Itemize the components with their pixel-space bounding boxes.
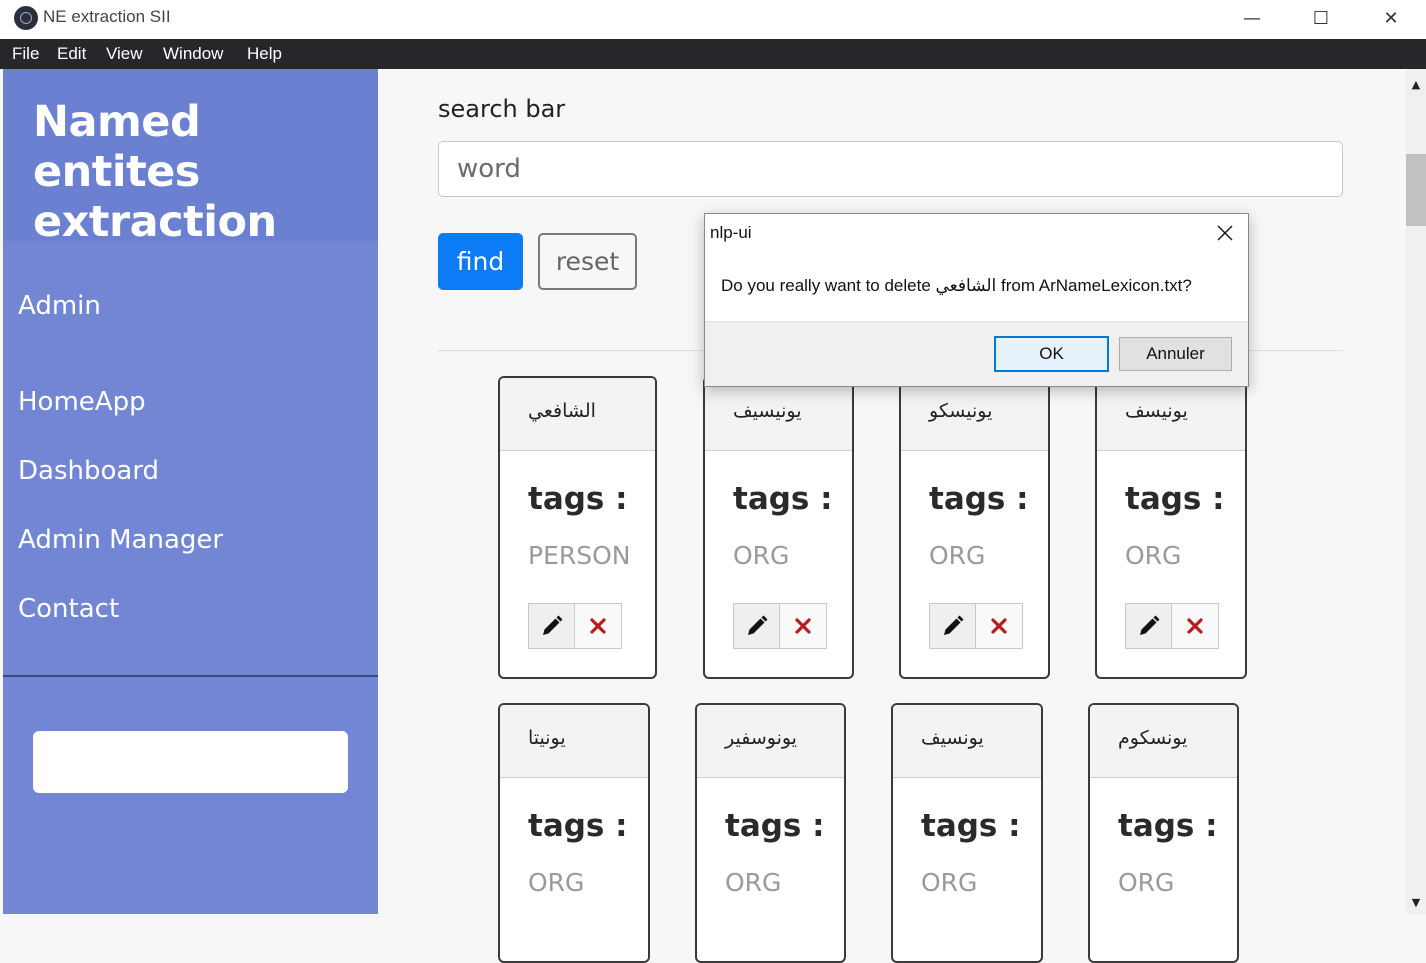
card-tags-label: tags : <box>528 481 628 517</box>
entity-card: يونيسف tags : ORG <box>1095 376 1247 679</box>
sidebar-item-admin-manager[interactable]: Admin Manager <box>18 525 223 555</box>
card-tag: ORG <box>733 541 790 570</box>
entity-card: يونيتا tags : ORG <box>498 703 650 963</box>
dialog-message: Do you really want to delete الشافعي fro… <box>721 276 1192 295</box>
card-header: يونيسيف <box>705 378 852 451</box>
pencil-icon <box>944 615 964 635</box>
window-title: NE extraction SII <box>43 7 171 26</box>
card-header: يونيسف <box>1097 378 1245 451</box>
delete-x-icon <box>991 618 1007 634</box>
sidebar-item-homeapp[interactable]: HomeApp <box>18 387 146 417</box>
card-header: يونيتا <box>500 705 648 778</box>
card-tag: ORG <box>528 868 585 897</box>
entity-card: يونيسكو tags : ORG <box>899 376 1050 679</box>
card-header: يونوسفير <box>697 705 844 778</box>
minimize-button[interactable]: — <box>1217 0 1287 36</box>
entity-card: يونوسفير tags : ORG <box>695 703 846 963</box>
card-tags-label: tags : <box>1125 481 1225 517</box>
sidebar-input-box[interactable] <box>33 731 348 793</box>
edit-button[interactable] <box>929 603 977 649</box>
card-tags-label: tags : <box>528 808 628 844</box>
card-header: يونسيف <box>893 705 1041 778</box>
dialog-cancel-button[interactable]: Annuler <box>1119 337 1232 371</box>
search-label: search bar <box>438 95 566 123</box>
menu-help[interactable]: Help <box>247 39 282 69</box>
dialog-title: nlp-ui <box>710 223 752 242</box>
edit-button[interactable] <box>733 603 781 649</box>
card-tag: ORG <box>921 868 978 897</box>
search-input[interactable] <box>438 141 1343 197</box>
scroll-up-arrow-icon[interactable]: ▲ <box>1406 77 1426 91</box>
menu-window[interactable]: Window <box>163 39 223 69</box>
pencil-icon <box>543 615 563 635</box>
card-header: الشافعي <box>500 378 655 451</box>
dialog-ok-button[interactable]: OK <box>994 336 1109 372</box>
delete-x-icon <box>590 618 606 634</box>
find-button[interactable]: find <box>438 233 523 290</box>
edit-button[interactable] <box>528 603 576 649</box>
card-tag: PERSON <box>528 541 631 570</box>
sidebar-header: Named entites extraction <box>3 69 378 247</box>
window-titlebar: NE extraction SII — ☐ ✕ <box>0 0 1426 39</box>
close-window-button[interactable]: ✕ <box>1356 0 1426 36</box>
card-tag: ORG <box>1118 868 1175 897</box>
app-logo-icon <box>14 6 38 30</box>
card-tags-label: tags : <box>921 808 1021 844</box>
card-tags-label: tags : <box>725 808 825 844</box>
card-word: يونسيف <box>921 727 984 749</box>
reset-button[interactable]: reset <box>538 233 637 290</box>
card-tag: ORG <box>929 541 986 570</box>
card-word: يونيسكو <box>929 400 993 422</box>
menu-view[interactable]: View <box>106 39 143 69</box>
menu-edit[interactable]: Edit <box>57 39 86 69</box>
card-word: يونيسف <box>1125 400 1188 422</box>
entity-card: يونيسيف tags : ORG <box>703 376 854 679</box>
sidebar: Named entites extraction Admin HomeApp D… <box>3 69 378 914</box>
card-header: يونسكوم <box>1090 705 1237 778</box>
entity-card: يونسيف tags : ORG <box>891 703 1043 963</box>
entity-card: الشافعي tags : PERSON <box>498 376 657 679</box>
dialog-close-icon[interactable] <box>1210 220 1240 246</box>
delete-button[interactable] <box>1171 603 1219 649</box>
card-word: يونوسفير <box>725 727 797 749</box>
card-header: يونيسكو <box>901 378 1048 451</box>
delete-button[interactable] <box>975 603 1023 649</box>
sidebar-title: Named entites extraction <box>33 97 277 247</box>
card-tags-label: tags : <box>929 481 1029 517</box>
card-word: يونيتا <box>528 727 566 749</box>
vertical-scrollbar[interactable]: ▲ ▼ <box>1406 69 1426 914</box>
card-word: يونيسيف <box>733 400 802 422</box>
menubar: File Edit View Window Help <box>0 39 1426 69</box>
delete-x-icon <box>795 618 811 634</box>
sidebar-item-contact[interactable]: Contact <box>18 594 119 624</box>
delete-button[interactable] <box>574 603 622 649</box>
pencil-icon <box>748 615 768 635</box>
sidebar-item-admin[interactable]: Admin <box>18 291 101 321</box>
entity-card: يونسكوم tags : ORG <box>1088 703 1239 963</box>
card-tags-label: tags : <box>733 481 833 517</box>
dialog-footer: OK Annuler <box>705 321 1248 386</box>
menu-file[interactable]: File <box>12 39 39 69</box>
delete-x-icon <box>1187 618 1203 634</box>
maximize-button[interactable]: ☐ <box>1286 0 1356 36</box>
confirm-delete-dialog: nlp-ui Do you really want to delete الشا… <box>704 213 1249 387</box>
pencil-icon <box>1140 615 1160 635</box>
card-tag: ORG <box>1125 541 1182 570</box>
card-word: الشافعي <box>528 400 596 422</box>
sidebar-divider <box>3 675 378 677</box>
edit-button[interactable] <box>1125 603 1173 649</box>
sidebar-item-dashboard[interactable]: Dashboard <box>18 456 159 486</box>
card-word: يونسكوم <box>1118 727 1188 749</box>
delete-button[interactable] <box>779 603 827 649</box>
scroll-down-arrow-icon[interactable]: ▼ <box>1406 895 1426 909</box>
card-tag: ORG <box>725 868 782 897</box>
scrollbar-thumb[interactable] <box>1406 154 1426 226</box>
card-tags-label: tags : <box>1118 808 1218 844</box>
